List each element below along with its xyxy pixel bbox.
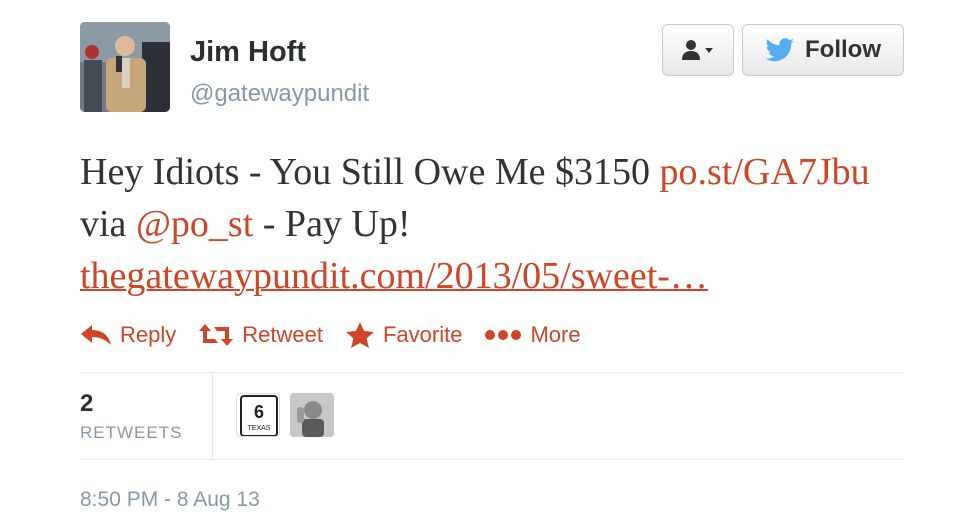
- twitter-bird-icon: [765, 38, 794, 62]
- tweet-text: Hey Idiots - You Still Owe Me $3150 po.s…: [80, 146, 910, 302]
- reply-icon: [81, 325, 111, 345]
- tweet-actions: Reply Retweet Favorite More: [80, 318, 603, 352]
- retweet-count-label: RETWEETS: [80, 423, 183, 442]
- badge-number: 6: [254, 402, 264, 422]
- texas-badge-logo: 6 TEXAS: [240, 395, 278, 436]
- tweet-mention[interactable]: @po_st: [136, 203, 253, 245]
- reply-label: Reply: [120, 322, 177, 347]
- stats-separator: [212, 373, 213, 459]
- user-actions-button[interactable]: [662, 24, 734, 76]
- author-handle[interactable]: @gatewaypundit: [190, 80, 369, 108]
- user-dropdown-icon: [682, 40, 713, 60]
- more-dots-icon: [485, 330, 522, 340]
- tweet-text-part2: via: [80, 203, 136, 245]
- follow-button[interactable]: Follow: [742, 24, 904, 76]
- retweet-action[interactable]: Retweet: [198, 322, 323, 348]
- tweet-timestamp[interactable]: 8:50 PM - 8 Aug 13: [80, 488, 260, 512]
- retweeter-photo: [290, 393, 334, 437]
- tweet-text-part1: Hey Idiots - You Still Owe Me $3150: [80, 151, 660, 193]
- retweet-icon: [199, 324, 234, 346]
- favorite-label: Favorite: [382, 322, 463, 347]
- follow-label: Follow: [805, 36, 881, 63]
- more-action[interactable]: More: [484, 322, 581, 348]
- stats-divider-bottom: [80, 459, 904, 460]
- tweet-link-post[interactable]: po.st/GA7Jbu: [660, 151, 870, 193]
- avatar-photo: [80, 22, 170, 112]
- author-name[interactable]: Jim Hoft: [190, 36, 306, 69]
- retweet-count[interactable]: 2: [80, 390, 93, 418]
- more-label: More: [530, 322, 581, 347]
- stats-divider-top: [80, 372, 904, 373]
- tweet-link-article[interactable]: thegatewaypundit.com/2013/05/sweet-…: [80, 255, 708, 297]
- reply-action[interactable]: Reply: [80, 322, 176, 348]
- retweet-label: Retweet: [242, 322, 323, 347]
- retweeter-avatar[interactable]: 6 TEXAS: [236, 393, 280, 437]
- favorite-action[interactable]: Favorite: [345, 321, 462, 349]
- tweet-text-part3: - Pay Up!: [253, 203, 411, 245]
- badge-text: TEXAS: [248, 425, 271, 432]
- retweeter-avatar[interactable]: [290, 393, 334, 437]
- author-avatar[interactable]: [80, 22, 170, 112]
- star-icon: [345, 322, 374, 348]
